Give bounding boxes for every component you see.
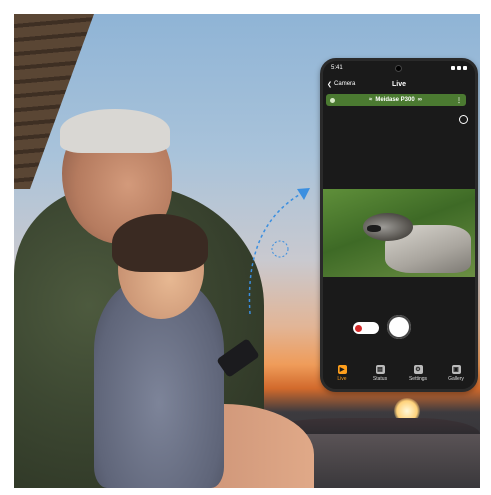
nav-bar: ❮ Camera Live: [323, 75, 475, 93]
tab-gallery[interactable]: ▣ Gallery: [441, 364, 471, 382]
wifi-status-icon: [457, 66, 461, 70]
shutter-button[interactable]: [387, 315, 411, 339]
tab-settings-label: Settings: [408, 375, 428, 382]
wifi-icon: ≈: [369, 97, 373, 103]
device-selector[interactable]: ≈ Meidase P300 ∞ ⋮: [326, 94, 466, 106]
battery-icon: [463, 66, 467, 70]
gear-icon: ⚙: [413, 364, 423, 374]
tab-live-label: Live: [337, 375, 347, 382]
tab-status-label: Status: [372, 375, 388, 382]
play-icon: ▶: [337, 364, 347, 374]
status-icon: ▤: [375, 364, 385, 374]
record-icon: [355, 324, 362, 332]
back-button[interactable]: ❮ Camera: [323, 81, 355, 88]
more-icon[interactable]: ⋮: [456, 97, 462, 104]
capture-controls: [323, 313, 475, 343]
back-label: Camera: [334, 81, 356, 87]
gallery-icon: ▣: [451, 364, 461, 374]
link-icon: ∞: [417, 97, 422, 103]
front-camera: [395, 65, 402, 72]
record-toggle[interactable]: [353, 322, 379, 334]
chevron-left-icon: ❮: [327, 81, 333, 88]
signal-icon: [451, 66, 455, 70]
app-phone-mockup: 5:41 ❮ Camera Live ≈ Meidase P300 ∞ ⋮ ▶ …: [320, 58, 478, 392]
status-time: 5:41: [331, 65, 343, 71]
product-image: 5:41 ❮ Camera Live ≈ Meidase P300 ∞ ⋮ ▶ …: [14, 14, 480, 488]
device-name: Meidase P300: [375, 97, 415, 103]
tab-status[interactable]: ▤ Status: [365, 364, 395, 382]
device-status-icon: [330, 97, 335, 103]
tab-gallery-label: Gallery: [448, 375, 464, 382]
status-icons: [451, 66, 467, 70]
bottom-tab-bar: ▶ Live ▤ Status ⚙ Settings ▣ Gallery: [323, 359, 475, 387]
tab-settings[interactable]: ⚙ Settings: [403, 364, 433, 382]
raccoon-face: [367, 225, 381, 232]
stream-settings-icon[interactable]: [459, 115, 468, 124]
live-video-feed[interactable]: [323, 189, 475, 277]
device-center: ≈ Meidase P300 ∞: [369, 97, 422, 103]
tab-live[interactable]: ▶ Live: [327, 364, 357, 382]
